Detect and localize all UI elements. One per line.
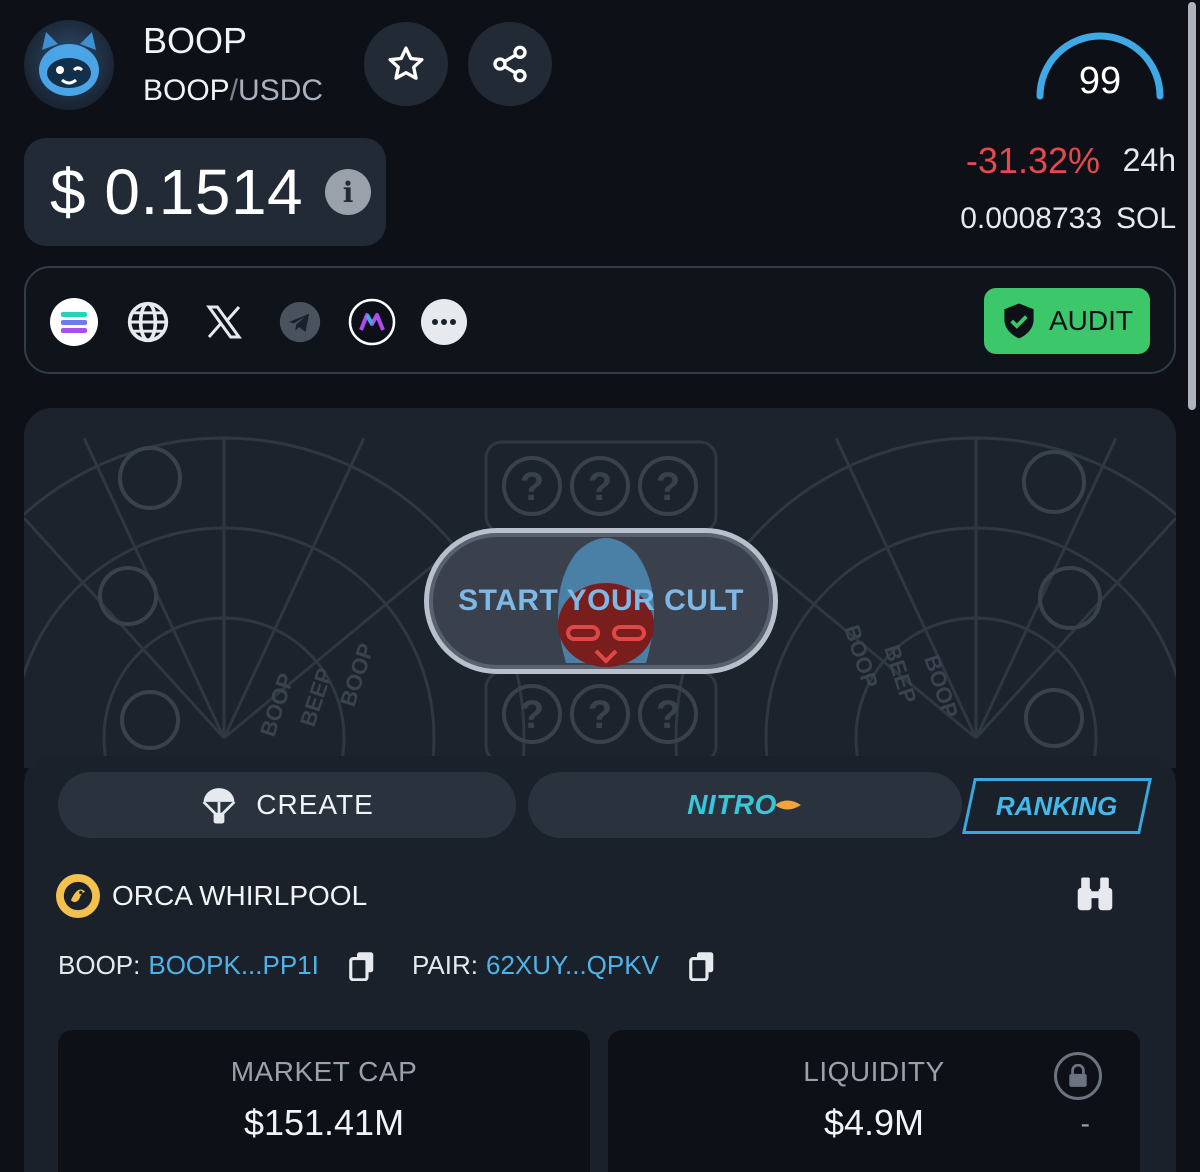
flame-icon — [774, 800, 801, 810]
boop-mascot-icon — [39, 32, 99, 96]
audit-label: AUDIT — [1049, 305, 1133, 336]
pair-address: PAIR: 62XUY...QPKV — [412, 950, 715, 981]
tab-nitro-label: NITRO — [687, 789, 777, 820]
svg-text:?: ? — [656, 693, 680, 737]
svg-text:BEEP: BEEP — [879, 642, 921, 707]
svg-text:?: ? — [520, 465, 544, 509]
copy-token-address-icon[interactable] — [349, 951, 375, 981]
more-icon[interactable] — [420, 298, 468, 346]
price-box: $ 0.1514 i — [24, 138, 386, 246]
svg-text:BOOP: BOOP — [919, 652, 963, 721]
details-panel: CREATE NITRO RANKING ORCA WHIRLPOOL BOOP… — [24, 756, 1176, 1172]
price-change: -31.32% — [965, 140, 1100, 181]
market-cap-card: MARKET CAP $151.41M — [58, 1030, 590, 1172]
token-avatar — [24, 20, 114, 110]
binoculars-icon[interactable] — [1074, 874, 1116, 917]
tab-create[interactable]: CREATE — [58, 772, 516, 838]
app-logo-icon[interactable] — [348, 298, 396, 346]
favorite-button[interactable] — [364, 22, 448, 106]
info-icon[interactable]: i — [325, 169, 372, 215]
token-address-label: BOOP: — [58, 950, 141, 980]
pool-name: ORCA WHIRLPOOL — [112, 880, 368, 911]
native-symbol: SOL — [1115, 202, 1176, 235]
tab-ranking[interactable]: RANKING — [962, 778, 1152, 834]
svg-text:?: ? — [520, 693, 544, 737]
share-button[interactable] — [468, 22, 552, 106]
cta-label: START YOUR CULT — [458, 584, 744, 617]
tab-create-label: CREATE — [256, 789, 374, 820]
svg-text:BOOP: BOOP — [335, 640, 379, 709]
svg-text:?: ? — [588, 465, 612, 509]
scrollbar[interactable] — [1188, 2, 1196, 410]
token-name: BOOP — [143, 20, 248, 61]
solana-icon[interactable] — [50, 298, 98, 346]
tab-nitro[interactable]: NITRO — [528, 772, 962, 838]
score-value: 99 — [1078, 60, 1122, 102]
usd-price: $ 0.1514 — [50, 156, 304, 228]
market-cap-value: $151.41M — [243, 1102, 405, 1143]
orca-logo-icon — [56, 874, 100, 918]
svg-text:?: ? — [656, 465, 680, 509]
liquidity-locked-value: - — [1080, 1108, 1090, 1139]
pair-quote: USDC — [238, 74, 324, 107]
pair-base: BOOP — [143, 74, 230, 107]
market-cap-label: MARKET CAP — [230, 1056, 418, 1087]
trading-pair: BOOP/USDC — [143, 74, 323, 108]
start-cult-button[interactable]: START YOUR CULT — [424, 528, 778, 674]
audit-button[interactable]: AUDIT — [984, 288, 1150, 354]
parachute-icon — [202, 788, 236, 824]
tab-ranking-label: RANKING — [996, 790, 1118, 821]
pair-address-value[interactable]: 62XUY...QPKV — [486, 950, 659, 981]
token-address: BOOP: BOOPK...PP1I — [58, 950, 375, 981]
native-price: 0.0008733 — [960, 202, 1102, 235]
change-period: 24h — [1122, 142, 1176, 178]
x-twitter-icon[interactable] — [200, 298, 248, 346]
links-bar: AUDIT — [24, 266, 1176, 374]
promo-banner[interactable]: ??? ??? BOOP BEEP BOOP BOOP BEEP BOOP ST… — [24, 408, 1176, 768]
copy-pair-address-icon[interactable] — [689, 951, 715, 981]
pool-info: ORCA WHIRLPOOL — [56, 874, 367, 918]
lock-icon — [1054, 1052, 1102, 1100]
svg-text:?: ? — [588, 693, 612, 737]
token-address-value[interactable]: BOOPK...PP1I — [148, 950, 319, 981]
telegram-icon[interactable] — [276, 298, 324, 346]
pair-separator: / — [229, 74, 239, 107]
liquidity-card: LIQUIDITY $4.9M - — [608, 1030, 1140, 1172]
svg-text:BOOP: BOOP — [255, 670, 299, 739]
share-icon — [493, 45, 527, 83]
liquidity-value: $4.9M — [823, 1102, 925, 1143]
website-globe-icon[interactable] — [124, 298, 172, 346]
shield-check-icon — [1004, 303, 1034, 339]
pair-address-label: PAIR: — [412, 950, 478, 980]
star-icon — [388, 46, 424, 80]
